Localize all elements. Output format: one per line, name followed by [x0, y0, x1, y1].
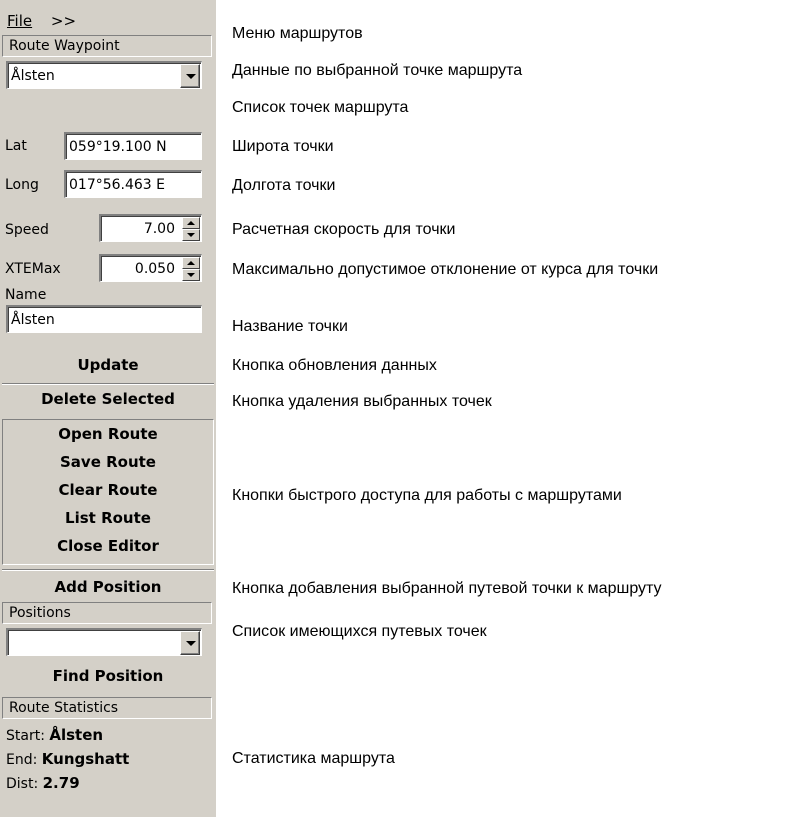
desc-speed: Расчетная скорость для точки	[232, 221, 456, 238]
lat-value: 059°19.100 N	[69, 139, 167, 155]
xtemax-value: 0.050	[134, 261, 175, 277]
stat-dist: Dist: 2.79	[6, 770, 80, 797]
arrow-up-icon[interactable]	[182, 217, 200, 229]
desc-point-list: Список точек маршрута	[232, 99, 409, 116]
stat-start-label: Start:	[6, 728, 45, 744]
name-label: Name	[5, 287, 47, 303]
stat-start-value: Ålsten	[49, 726, 104, 744]
chevron-down-icon[interactable]	[180, 64, 200, 88]
speed-value: 7.00	[143, 221, 175, 237]
desc-name: Название точки	[232, 318, 348, 335]
menu-bar: File >>	[7, 10, 76, 32]
long-field[interactable]: 017°56.463 E	[64, 170, 202, 198]
waypoint-select-value: Ålsten	[11, 68, 55, 84]
positions-select[interactable]	[6, 628, 202, 656]
desc-delete: Кнопка удаления выбранных точек	[232, 393, 492, 410]
file-menu[interactable]: File	[7, 12, 32, 30]
speed-spin-buttons[interactable]	[182, 217, 200, 241]
positions-header: Positions	[2, 602, 212, 624]
desc-update: Кнопка обновления данных	[232, 357, 437, 374]
desc-positions: Список имеющихся путевых точек	[232, 623, 487, 640]
speed-label: Speed	[5, 222, 49, 238]
save-route-button[interactable]: Save Route	[3, 448, 213, 476]
find-position-button[interactable]: Find Position	[2, 662, 214, 690]
more-menu-chevron[interactable]: >>	[51, 12, 76, 30]
xtemax-spin-buttons[interactable]	[182, 257, 200, 281]
arrow-up-icon[interactable]	[182, 257, 200, 269]
update-button[interactable]: Update	[2, 351, 214, 379]
lat-field[interactable]: 059°19.100 N	[64, 132, 202, 160]
divider	[2, 569, 214, 571]
desc-xte: Максимально допустимое отклонение от кур…	[232, 261, 659, 278]
stat-start: Start: Ålsten	[6, 722, 103, 749]
desc-add-position: Кнопка добавления выбранной путевой точк…	[232, 580, 662, 597]
desc-route-buttons: Кнопки быстрого доступа для работы с мар…	[232, 487, 622, 504]
name-value: Ålsten	[11, 312, 55, 328]
desc-lat: Широта точки	[232, 138, 334, 155]
add-position-button[interactable]: Add Position	[2, 573, 214, 601]
waypoint-select[interactable]: Ålsten	[6, 61, 202, 89]
stat-end-value: Kungshatt	[41, 750, 130, 768]
stat-dist-label: Dist:	[6, 776, 39, 792]
speed-stepper[interactable]: 7.00	[99, 214, 202, 242]
route-waypoint-header: Route Waypoint	[2, 35, 212, 57]
desc-waypoint-data: Данные по выбранной точке маршрута	[232, 62, 523, 79]
name-field[interactable]: Ålsten	[6, 305, 202, 333]
stat-dist-value: 2.79	[42, 774, 80, 792]
xtemax-label: XTEMax	[5, 261, 61, 277]
desc-statistics: Статистика маршрута	[232, 750, 395, 767]
route-statistics-header: Route Statistics	[2, 697, 212, 719]
stat-end: End: Kungshatt	[6, 746, 129, 773]
list-route-button[interactable]: List Route	[3, 504, 213, 532]
clear-route-button[interactable]: Clear Route	[3, 476, 213, 504]
lat-label: Lat	[5, 138, 27, 154]
open-route-button[interactable]: Open Route	[3, 420, 213, 448]
desc-menu: Меню маршрутов	[232, 25, 363, 42]
delete-selected-button[interactable]: Delete Selected	[2, 385, 214, 413]
xtemax-stepper[interactable]: 0.050	[99, 254, 202, 282]
long-label: Long	[5, 177, 39, 193]
route-buttons-group: Open Route Save Route Clear Route List R…	[2, 419, 214, 565]
desc-long: Долгота точки	[232, 177, 336, 194]
stat-end-label: End:	[6, 752, 38, 768]
route-editor-panel: File >> Route Waypoint Ålsten Lat 059°19…	[0, 0, 216, 817]
arrow-down-icon[interactable]	[182, 269, 200, 281]
close-editor-button[interactable]: Close Editor	[3, 532, 213, 560]
chevron-down-icon[interactable]	[180, 631, 200, 655]
arrow-down-icon[interactable]	[182, 229, 200, 241]
long-value: 017°56.463 E	[69, 177, 166, 193]
